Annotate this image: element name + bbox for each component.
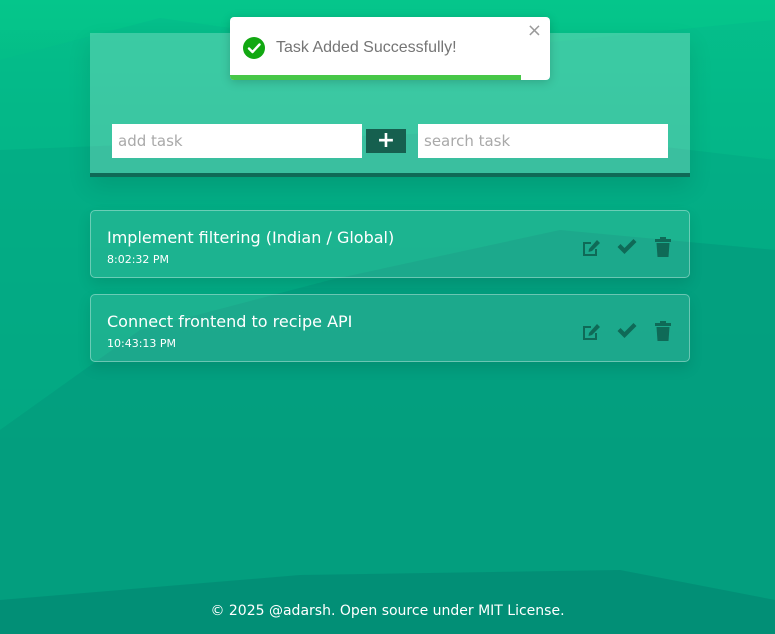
complete-task-button[interactable] — [615, 236, 639, 258]
edit-task-button[interactable] — [579, 236, 603, 258]
add-task-button[interactable]: + — [366, 129, 406, 153]
search-task-input[interactable] — [418, 124, 668, 158]
task-timestamp: 10:43:13 PM — [107, 337, 177, 350]
trash-icon — [655, 237, 671, 257]
edit-icon — [582, 323, 600, 340]
delete-task-button[interactable] — [651, 236, 675, 258]
footer-text: © 2025 @adarsh. Open source under MIT Li… — [210, 603, 565, 619]
delete-task-button[interactable] — [651, 320, 675, 342]
task-item: Implement filtering (Indian / Global) 8:… — [90, 210, 690, 278]
task-timestamp: 8:02:32 PM — [107, 253, 170, 266]
plus-icon: + — [376, 128, 396, 153]
task-item: Connect frontend to recipe API 10:43:13 … — [90, 294, 690, 362]
check-circle-icon — [243, 37, 265, 59]
trash-icon — [655, 321, 671, 341]
task-actions — [579, 236, 675, 258]
task-title: Connect frontend to recipe API — [107, 312, 353, 331]
task-actions — [579, 320, 675, 342]
edit-icon — [582, 239, 600, 256]
close-icon[interactable]: × — [527, 21, 542, 41]
check-icon — [617, 323, 637, 338]
toast-message: Task Added Successfully! — [276, 39, 457, 56]
toast-progress-bar — [230, 75, 522, 80]
task-list: Implement filtering (Indian / Global) 8:… — [90, 210, 690, 378]
edit-task-button[interactable] — [579, 320, 603, 342]
success-toast: Task Added Successfully! × — [230, 17, 550, 80]
task-title: Implement filtering (Indian / Global) — [107, 228, 395, 247]
add-task-input[interactable] — [112, 124, 362, 158]
check-icon — [617, 239, 637, 254]
complete-task-button[interactable] — [615, 320, 639, 342]
